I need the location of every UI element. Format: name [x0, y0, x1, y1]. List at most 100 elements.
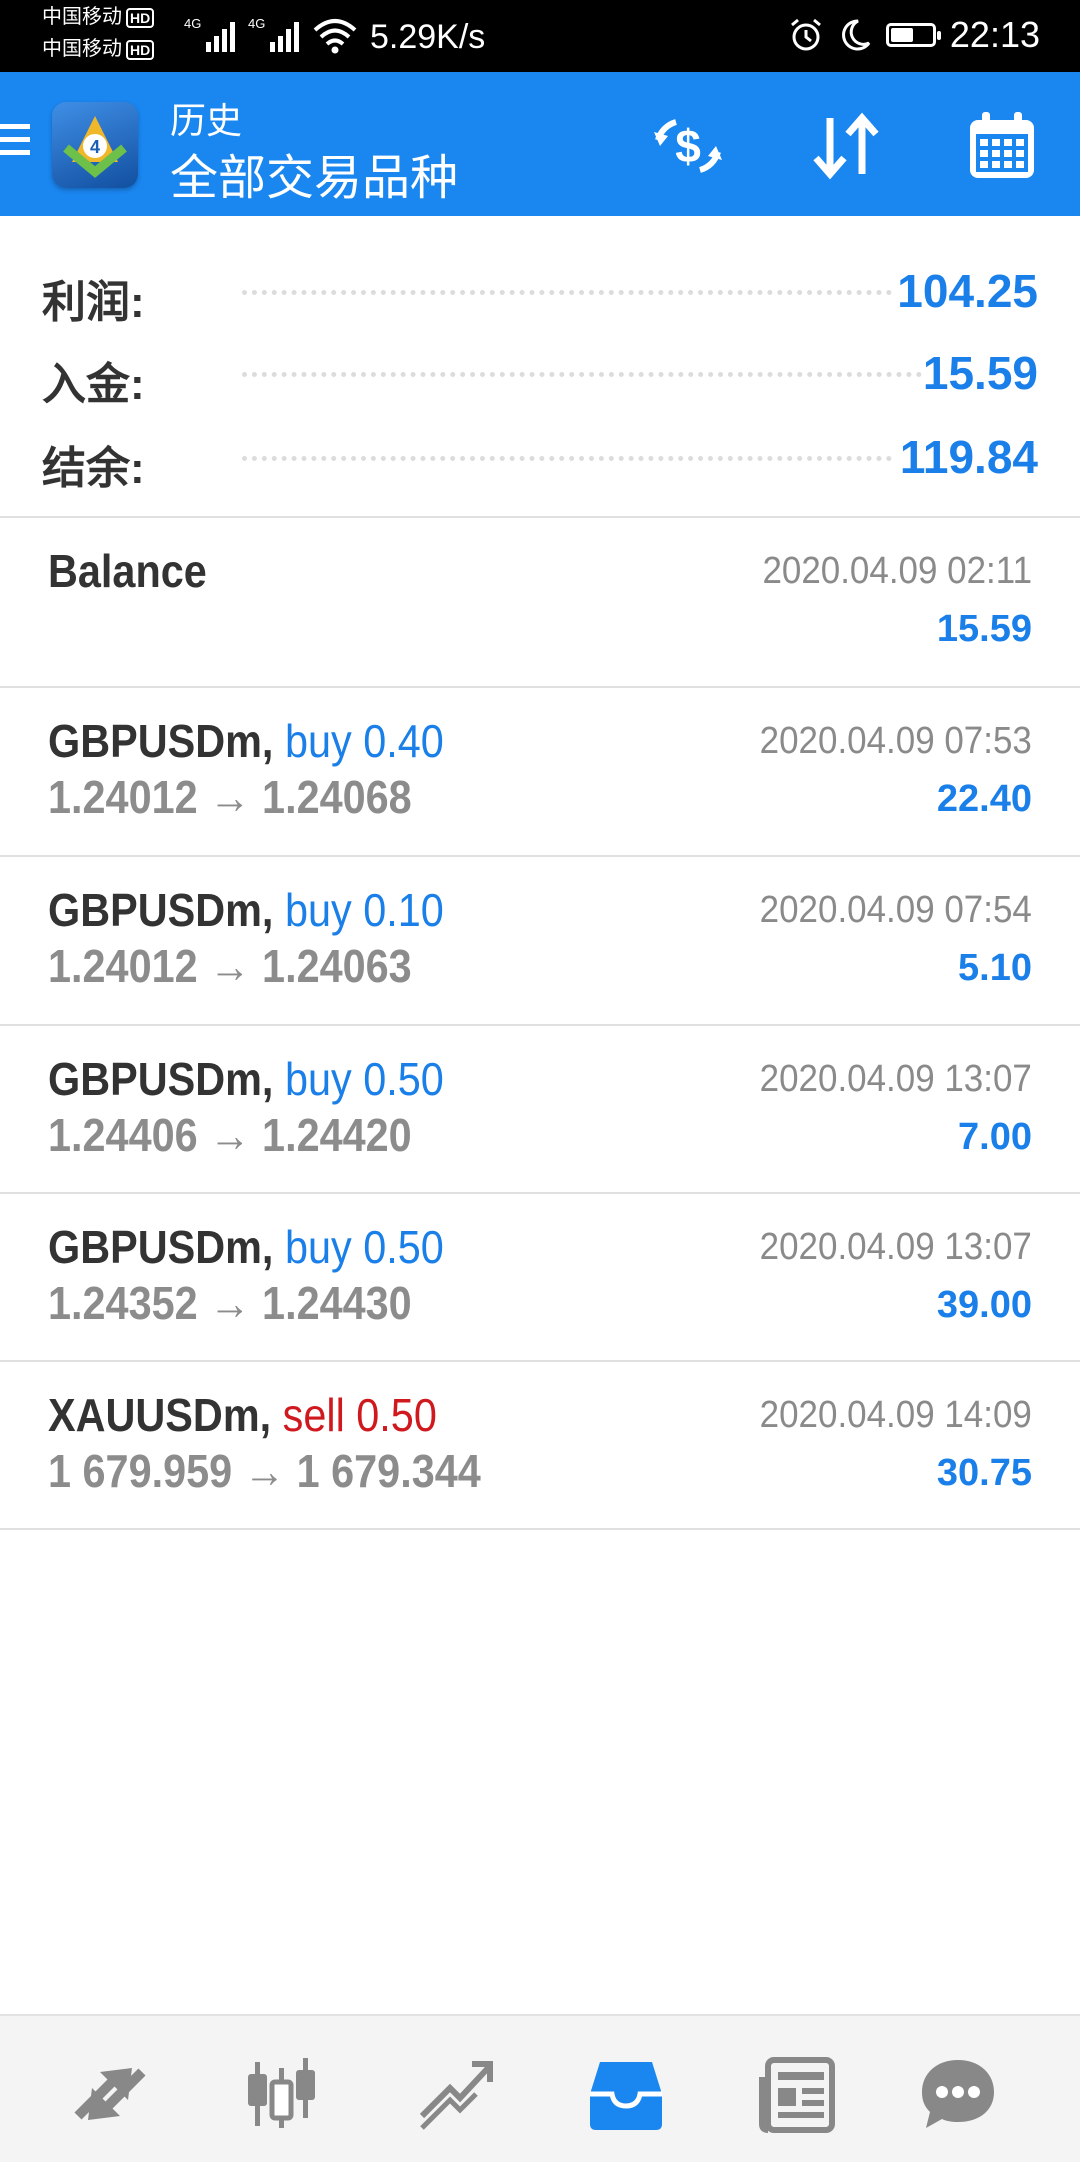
deal-prices: 1 679.959 → 1 679.344 — [48, 1444, 481, 1498]
summary-value: 119.84 — [899, 431, 1038, 483]
bottom-nav — [0, 2014, 1080, 2162]
deal-row[interactable]: GBPUSDm, buy 0.40 1.24012 → 1.24068 2020… — [0, 688, 1080, 854]
chart-icon[interactable] — [242, 2054, 322, 2134]
arrow-icon: → — [209, 1277, 251, 1329]
menu-icon[interactable] — [0, 124, 30, 164]
quotes-icon[interactable] — [70, 2054, 150, 2134]
app-bar: 4 历史 全部交易品种 $ — [0, 72, 1080, 216]
summary-label: 入金: — [42, 360, 145, 409]
deal-datetime: 2020.04.09 13:07 — [759, 1058, 1032, 1100]
balance-amount: 15.59 — [936, 608, 1032, 650]
metatrader-logo: 4 — [52, 102, 138, 188]
news-icon[interactable] — [758, 2054, 838, 2134]
price-open: 1.24012 — [48, 771, 198, 823]
clock: 22:13 — [949, 14, 1040, 55]
moon-icon — [841, 19, 871, 51]
signal-icon-2: 4G — [248, 16, 299, 52]
deal-title: GBPUSDm, buy 0.10 — [48, 883, 444, 937]
price-open: 1.24012 — [48, 940, 198, 992]
dotted-leader — [242, 456, 892, 461]
summary-label: 利润: — [42, 278, 145, 327]
balance-row[interactable]: Balance 2020.04.09 02:11 15.59 — [0, 518, 1080, 684]
deal-symbol: GBPUSDm, — [48, 715, 274, 767]
arrow-icon: → — [209, 940, 251, 992]
deal-side: buy 0.50 — [284, 1053, 444, 1105]
trade-icon[interactable] — [416, 2054, 496, 2134]
summary-panel: 利润: 104.25 入金: 15.59 结余: 119.84 — [0, 216, 1080, 516]
summary-row-deposit: 入金: 15.59 — [42, 342, 1038, 409]
price-close: 1.24420 — [262, 1109, 412, 1161]
deal-profit: 39.00 — [936, 1284, 1032, 1326]
balance-datetime: 2020.04.09 02:11 — [762, 550, 1032, 592]
summary-row-balance: 结余: 119.84 — [42, 426, 1038, 493]
deal-datetime: 2020.04.09 14:09 — [759, 1394, 1032, 1436]
summary-value: 104.25 — [897, 265, 1038, 317]
deal-side: buy 0.10 — [284, 884, 444, 936]
deal-row[interactable]: XAUUSDm, sell 0.50 1 679.959 → 1 679.344… — [0, 1362, 1080, 1528]
calendar-icon[interactable] — [962, 106, 1042, 186]
price-open: 1 679.959 — [48, 1445, 233, 1497]
summary-label: 结余: — [42, 444, 145, 493]
wifi-icon — [313, 19, 357, 54]
signal-icon: 4G — [184, 16, 235, 52]
deal-symbol: XAUUSDm, — [48, 1389, 272, 1441]
deal-title: XAUUSDm, sell 0.50 — [48, 1388, 437, 1442]
deal-datetime: 2020.04.09 07:53 — [759, 720, 1032, 762]
divider — [0, 1528, 1080, 1530]
sort-icon[interactable] — [806, 106, 886, 186]
price-open: 1.24352 — [48, 1277, 198, 1329]
deal-side: sell 0.50 — [282, 1389, 437, 1441]
deal-profit: 30.75 — [936, 1452, 1032, 1494]
app-bar-title[interactable]: 全部交易品种 — [170, 138, 458, 208]
carrier-1-label: 中国移动 — [42, 6, 122, 28]
deal-prices: 1.24352 → 1.24430 — [48, 1276, 412, 1330]
deal-datetime: 2020.04.09 07:54 — [759, 889, 1032, 931]
price-close: 1.24068 — [262, 771, 412, 823]
alarm-icon — [790, 18, 821, 51]
svg-text:$: $ — [675, 120, 701, 172]
deal-row[interactable]: GBPUSDm, buy 0.50 1.24406 → 1.24420 2020… — [0, 1026, 1080, 1192]
deal-datetime: 2020.04.09 13:07 — [759, 1226, 1032, 1268]
history-icon[interactable] — [586, 2054, 666, 2134]
arrow-icon: → — [243, 1445, 286, 1497]
deal-symbol: GBPUSDm, — [48, 884, 274, 936]
balance-label: Balance — [48, 545, 207, 597]
price-close: 1.24063 — [262, 940, 412, 992]
chat-icon[interactable] — [918, 2054, 998, 2134]
deal-profit: 5.10 — [958, 947, 1032, 989]
arrow-icon: → — [209, 771, 251, 823]
carrier-1: 中国移动 HD — [42, 6, 155, 28]
dotted-leader — [242, 372, 922, 377]
dollar-exchange-icon[interactable]: $ — [648, 106, 728, 186]
deal-side: buy 0.50 — [284, 1221, 444, 1273]
deal-title: GBPUSDm, buy 0.50 — [48, 1220, 444, 1274]
status-bar: 中国移动 HD 中国移动 HD 4G 4G 5.29K/s 22:13 — [0, 0, 1080, 72]
dotted-leader — [242, 290, 892, 295]
deal-profit: 7.00 — [958, 1116, 1032, 1158]
deal-row[interactable]: GBPUSDm, buy 0.50 1.24352 → 1.24430 2020… — [0, 1194, 1080, 1360]
deal-title: GBPUSDm, buy 0.50 — [48, 1052, 444, 1106]
deal-row[interactable]: GBPUSDm, buy 0.10 1.24012 → 1.24063 2020… — [0, 857, 1080, 1023]
price-close: 1.24430 — [262, 1277, 412, 1329]
carrier-2: 中国移动 HD — [42, 38, 155, 60]
battery-icon — [885, 23, 941, 47]
deal-prices: 1.24012 → 1.24063 — [48, 939, 412, 993]
app-bar-subtitle: 历史 — [170, 100, 243, 141]
deal-profit: 22.40 — [936, 778, 1032, 820]
hd-badge: HD — [126, 8, 155, 28]
price-open: 1.24406 — [48, 1109, 198, 1161]
deal-prices: 1.24406 → 1.24420 — [48, 1108, 412, 1162]
hd-badge: HD — [126, 40, 155, 60]
deal-symbol: GBPUSDm, — [48, 1221, 274, 1273]
status-right: 22:13 — [788, 14, 1040, 56]
deal-title: GBPUSDm, buy 0.40 — [48, 714, 444, 768]
deal-side: buy 0.40 — [284, 715, 444, 767]
network-2-label: 4G — [248, 16, 265, 31]
battery-level — [890, 28, 913, 42]
network-1-label: 4G — [184, 16, 201, 31]
arrow-icon: → — [209, 1109, 251, 1161]
deal-symbol: GBPUSDm, — [48, 1053, 274, 1105]
net-speed: 5.29K/s — [370, 18, 486, 56]
price-close: 1 679.344 — [296, 1445, 481, 1497]
deal-prices: 1.24012 → 1.24068 — [48, 770, 412, 824]
